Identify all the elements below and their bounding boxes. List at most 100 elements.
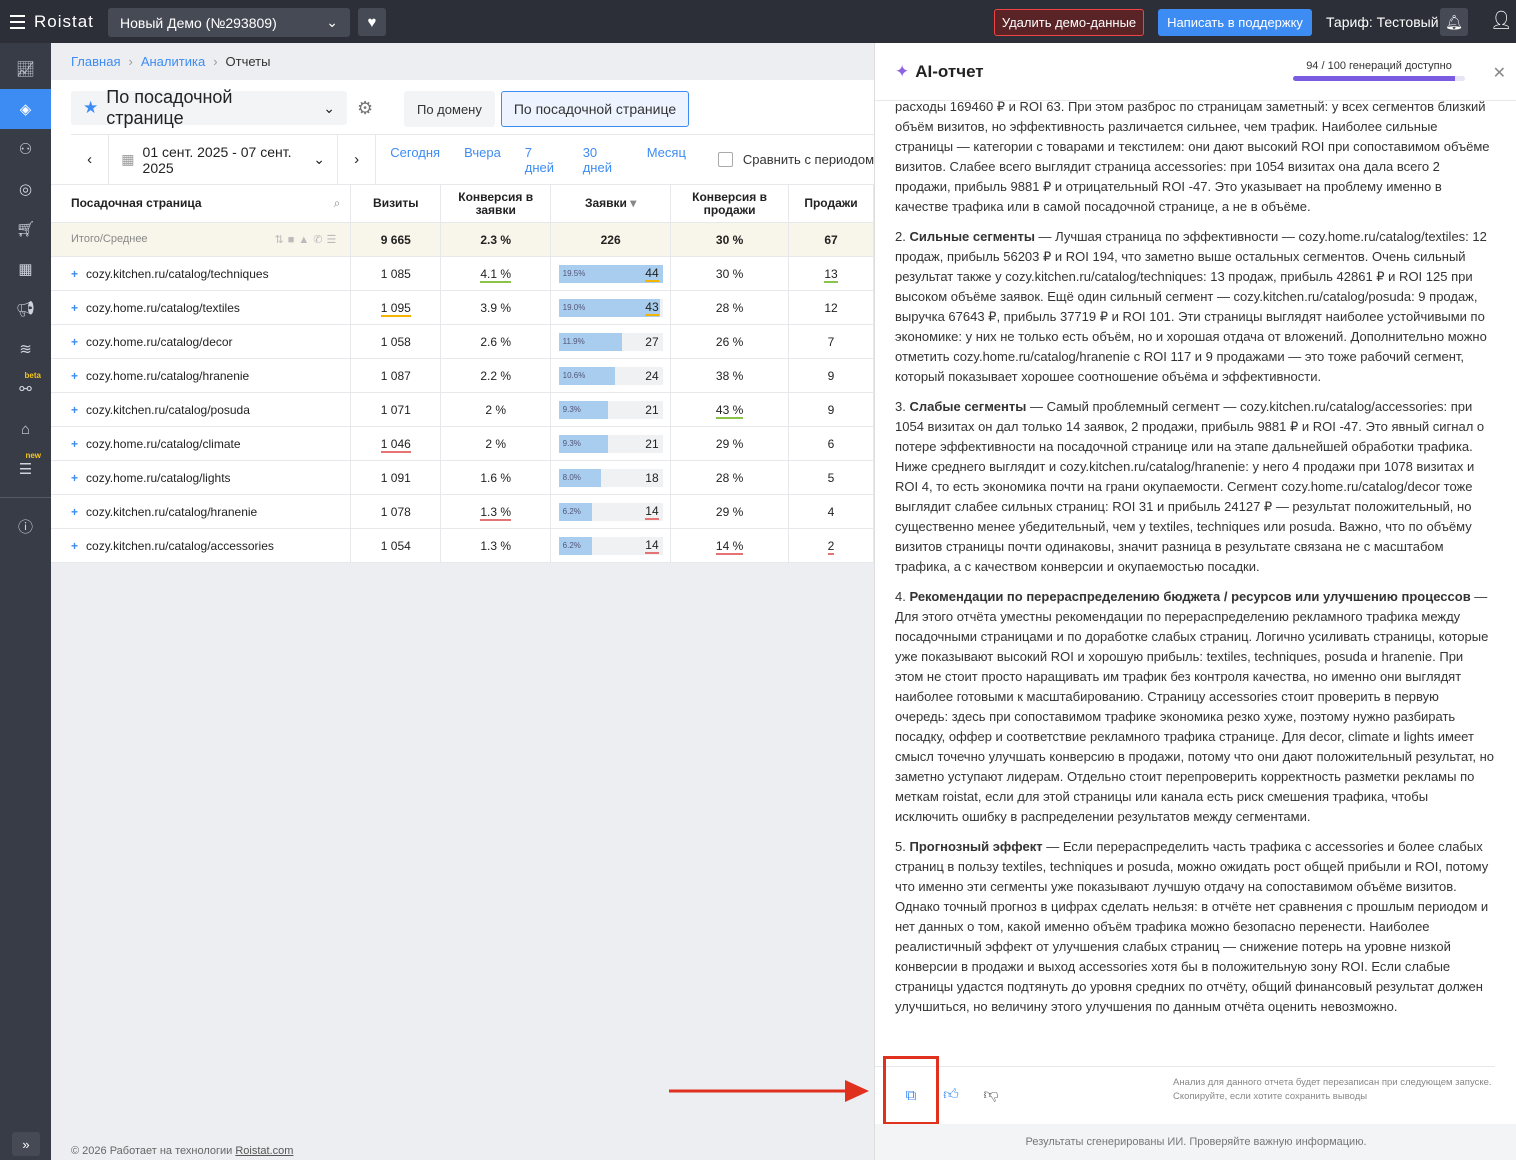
total-label: Итого/Среднее ⇅■▲✆☰ xyxy=(51,222,352,257)
leads-value: 44 xyxy=(645,265,659,282)
leads-cell: 10.6% 24 xyxy=(550,358,672,393)
expand-icon[interactable]: + xyxy=(71,505,78,519)
leads-share-pct: 19.0% xyxy=(562,303,586,312)
total-sales: 67 xyxy=(788,222,874,257)
sidebar-item-orders[interactable]: 🛒︎ xyxy=(0,209,51,249)
prev-period-icon[interactable]: ‹ xyxy=(71,134,110,185)
landing-url: cozy.home.ru/catalog/decor xyxy=(86,334,233,349)
leads-value: 24 xyxy=(645,368,659,383)
landing-url: cozy.kitchen.ru/catalog/techniques xyxy=(86,266,269,281)
landing-cell[interactable]: + cozy.home.ru/catalog/textiles xyxy=(51,290,352,325)
sidebar-item-new[interactable]: new ☰ xyxy=(0,449,51,489)
preset-today[interactable]: Сегодня xyxy=(390,145,440,175)
table-row[interactable]: + cozy.home.ru/catalog/hranenie 1 087 2.2 %… xyxy=(51,358,874,393)
report-selector[interactable]: ★ По посадочной странице ⌄ xyxy=(71,87,347,128)
expand-sidebar-icon[interactable]: » xyxy=(12,1132,40,1156)
thumbs-down-icon[interactable]: 👎︎ xyxy=(979,1083,1003,1107)
sidebar-item-analytics[interactable]: ◈ xyxy=(0,89,51,129)
search-icon[interactable]: ⌕ xyxy=(334,197,341,210)
table-row[interactable]: + cozy.home.ru/catalog/climate 1 046 2 % 9.3… xyxy=(51,426,874,461)
breadcrumb-analytics[interactable]: Аналитика xyxy=(141,54,205,69)
delete-demo-button[interactable]: Удалить демо-данные xyxy=(994,9,1144,36)
sidebar-item-market[interactable]: ⌂ xyxy=(0,409,51,449)
expand-icon[interactable]: + xyxy=(71,403,78,417)
tab-by-domain[interactable]: По домену xyxy=(404,91,495,127)
sidebar-item-beta[interactable]: beta ⚯ xyxy=(0,369,51,409)
column-header-conv-leads[interactable]: Конверсия в заявки xyxy=(440,184,552,223)
sidebar-item-money[interactable]: ◎ xyxy=(0,169,51,209)
support-button[interactable]: Написать в поддержку xyxy=(1158,9,1312,36)
expand-icon[interactable]: + xyxy=(71,267,78,281)
expand-icon[interactable]: + xyxy=(71,301,78,315)
expand-icon[interactable]: + xyxy=(71,369,78,383)
sidebar-item-info[interactable]: ⓘ xyxy=(0,506,51,546)
preset-month[interactable]: Месяц xyxy=(647,145,686,175)
column-header-landing[interactable]: Посадочная страница ⌕ xyxy=(51,184,352,223)
leads-value: 21 xyxy=(645,436,659,451)
date-range-picker[interactable]: ▦ 01 сент. 2025 - 07 сент. 2025 ⌄ xyxy=(109,134,338,185)
landing-cell[interactable]: + cozy.home.ru/catalog/lights xyxy=(51,460,352,495)
expand-icon[interactable]: + xyxy=(71,335,78,349)
breadcrumb-home[interactable]: Главная xyxy=(71,54,120,69)
ai-report-intro: расходы 169460 ₽ и ROI 63. При этом разб… xyxy=(895,101,1490,214)
preset-7-days[interactable]: 7 дней xyxy=(525,145,559,175)
sidebar-item-structure[interactable]: ⚇ xyxy=(0,129,51,169)
sidebar-item-dashboard[interactable]: 📈︎ xyxy=(0,49,51,89)
health-icon[interactable]: ♥ xyxy=(358,8,386,36)
landing-url: cozy.home.ru/catalog/hranenie xyxy=(86,368,250,383)
column-header-sales[interactable]: Продажи xyxy=(788,184,874,223)
sidebar-item-calendar[interactable]: ▦ xyxy=(0,249,51,289)
leads-share-pct: 6.2% xyxy=(562,541,581,550)
user-icon[interactable]: 👤︎ xyxy=(1490,10,1513,31)
table-row[interactable]: + cozy.home.ru/catalog/decor 1 058 2.6 % 11.… xyxy=(51,324,874,359)
tariff-label[interactable]: Тариф: Тестовый xyxy=(1326,14,1439,30)
table-row[interactable]: + cozy.home.ru/catalog/lights 1 091 1.6 % 8.… xyxy=(51,460,874,495)
megaphone-icon: 📢︎ xyxy=(15,301,36,318)
tab-by-landing[interactable]: По посадочной странице xyxy=(500,91,690,127)
logo[interactable]: Roistat xyxy=(34,12,94,32)
landing-cell[interactable]: + cozy.kitchen.ru/catalog/accessories xyxy=(51,528,352,563)
table-row[interactable]: + cozy.kitchen.ru/catalog/posuda 1 071 2 % 9… xyxy=(51,392,874,427)
ai-report-section: 4. Рекомендации по перераспределению бюд… xyxy=(895,589,1495,824)
next-period-icon[interactable]: › xyxy=(338,134,377,185)
table-row[interactable]: + cozy.kitchen.ru/catalog/accessories 1 05… xyxy=(51,528,874,563)
menu-icon[interactable] xyxy=(0,0,34,43)
landing-cell[interactable]: + cozy.kitchen.ru/catalog/hranenie xyxy=(51,494,352,529)
gear-icon[interactable]: ⚙ xyxy=(357,98,373,119)
date-range-value: 01 сент. 2025 - 07 сент. 2025 xyxy=(142,143,292,176)
info-icon: ⓘ xyxy=(17,518,33,536)
thumbs-up-icon[interactable]: 👍︎ xyxy=(939,1083,963,1107)
landing-cell[interactable]: + cozy.home.ru/catalog/hranenie xyxy=(51,358,352,393)
landing-cell[interactable]: + cozy.kitchen.ru/catalog/posuda xyxy=(51,392,352,427)
landing-cell[interactable]: + cozy.kitchen.ru/catalog/techniques xyxy=(51,256,352,291)
bell-icon[interactable]: 🔔︎ xyxy=(1440,8,1468,36)
copy-icon[interactable]: ⧉ xyxy=(899,1083,923,1107)
table-row[interactable]: + cozy.kitchen.ru/catalog/techniques 1 085… xyxy=(51,256,874,291)
column-header-leads[interactable]: Заявки ▾ xyxy=(550,184,672,223)
preset-30-days[interactable]: 30 дней xyxy=(583,145,623,175)
sidebar-item-stack[interactable]: ≋ xyxy=(0,329,51,369)
conv-sales-cell: 28 % xyxy=(670,290,790,325)
preset-yesterday[interactable]: Вчера xyxy=(464,145,501,175)
total-visits: 9 665 xyxy=(350,222,442,257)
landing-cell[interactable]: + cozy.home.ru/catalog/decor xyxy=(51,324,352,359)
table-row[interactable]: + cozy.home.ru/catalog/textiles 1 095 3.9 %… xyxy=(51,290,874,325)
column-header-visits[interactable]: Визиты xyxy=(350,184,442,223)
close-icon[interactable]: ✕ xyxy=(1493,63,1506,83)
checkbox[interactable] xyxy=(717,152,733,167)
row-tools-icon[interactable]: ⇅■▲✆☰ xyxy=(275,233,341,246)
expand-icon[interactable]: + xyxy=(71,437,78,451)
compare-checkbox[interactable]: Сравнить с периодом xyxy=(717,152,874,167)
landing-cell[interactable]: + cozy.home.ru/catalog/climate xyxy=(51,426,352,461)
expand-icon[interactable]: + xyxy=(71,539,78,553)
project-selector[interactable]: Новый Демо (№293809) ⌄ xyxy=(108,8,350,37)
sales-cell: 2 xyxy=(788,528,874,563)
visits-cell: 1 054 xyxy=(350,528,442,563)
table-row[interactable]: + cozy.kitchen.ru/catalog/hranenie 1 078 1.… xyxy=(51,494,874,529)
column-header-conv-sales[interactable]: Конверсия в продажи xyxy=(670,184,790,223)
sidebar-item-ads[interactable]: 📢︎ xyxy=(0,289,51,329)
star-icon[interactable]: ★ xyxy=(83,98,98,118)
footer-link[interactable]: Roistat.com xyxy=(235,1145,293,1157)
expand-icon[interactable]: + xyxy=(71,471,78,485)
sidebar: 📈︎ ◈ ⚇ ◎ 🛒︎ ▦ 📢︎ ≋ beta ⚯ ⌂ new ☰ ⓘ » xyxy=(0,43,51,1160)
